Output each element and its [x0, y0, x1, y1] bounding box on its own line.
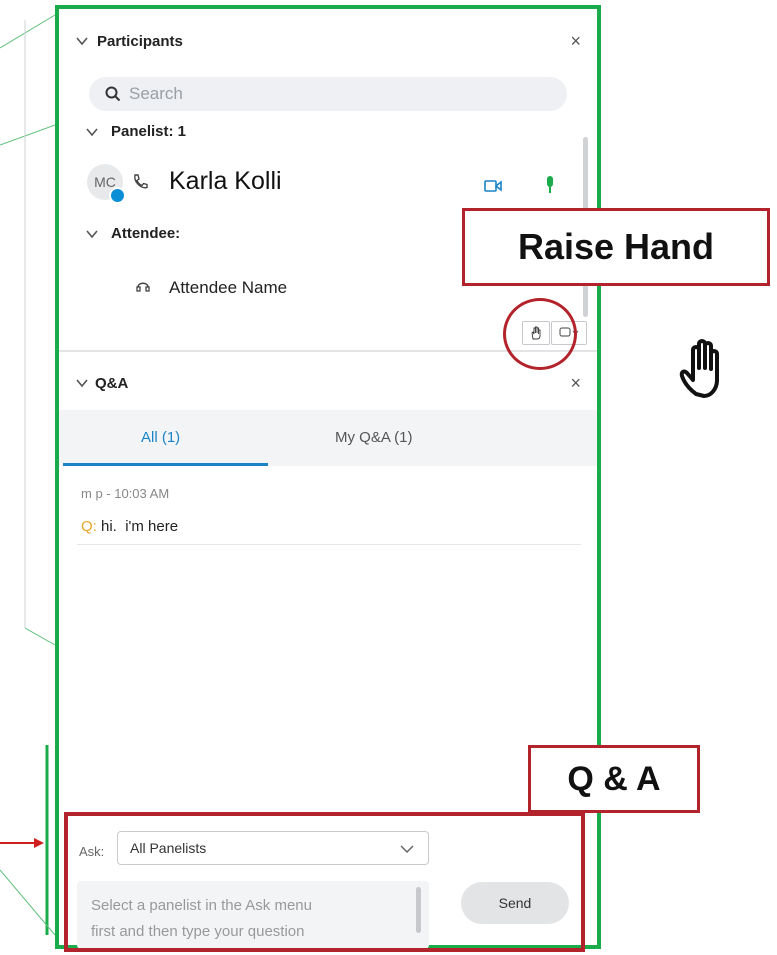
panelist-group-label: Panelist: 1 — [111, 123, 187, 140]
video-icon[interactable] — [484, 179, 502, 193]
search-icon — [105, 86, 121, 102]
participants-header: Participants × — [59, 21, 597, 61]
active-tab-indicator — [63, 463, 268, 466]
close-icon[interactable]: × — [570, 31, 581, 52]
qa-callout: Q & A — [528, 745, 700, 813]
presence-indicator — [109, 187, 126, 204]
chevron-down-icon — [86, 127, 98, 136]
message-meta: m p - 10:03 AM — [81, 486, 170, 501]
chevron-down-icon[interactable] — [75, 376, 89, 390]
question-text: hi. i'm here — [96, 518, 179, 535]
attendee-group-label: Attendee: — [111, 225, 181, 242]
webinar-side-panel: Participants × Search Panelist: 1 MC Kar… — [55, 5, 601, 949]
search-input[interactable]: Search — [129, 84, 183, 104]
qa-tab-bar — [59, 410, 597, 466]
connector-lines — [0, 14, 56, 936]
participants-title: Participants — [97, 32, 183, 50]
close-icon[interactable]: × — [570, 373, 581, 394]
attendee-name: Attendee Name — [169, 278, 288, 297]
ask-area-highlight — [64, 812, 585, 952]
qa-header: Q&A × — [59, 363, 597, 403]
chevron-down-icon — [86, 229, 98, 238]
raise-hand-icon — [679, 339, 719, 398]
question-prefix: Q: — [81, 518, 97, 535]
qa-title: Q&A — [95, 374, 129, 392]
phone-icon — [134, 174, 148, 189]
panelist-group-header[interactable]: Panelist: 1 — [85, 123, 186, 140]
tab-my-qa[interactable]: My Q&A (1) — [335, 429, 413, 446]
list-item: Q: hi. i'm here — [81, 518, 178, 535]
raise-hand-callout: Raise Hand — [462, 208, 770, 286]
message-divider — [77, 544, 581, 545]
mic-icon[interactable] — [545, 175, 555, 195]
panelist-name: Karla Kolli — [169, 167, 282, 195]
tab-all[interactable]: All (1) — [141, 429, 180, 446]
headset-icon — [136, 282, 150, 292]
raise-hand-highlight — [503, 298, 577, 370]
attendee-group-header[interactable]: Attendee: — [85, 225, 180, 242]
participant-search[interactable]: Search — [89, 77, 567, 111]
chevron-down-icon[interactable] — [75, 34, 89, 48]
